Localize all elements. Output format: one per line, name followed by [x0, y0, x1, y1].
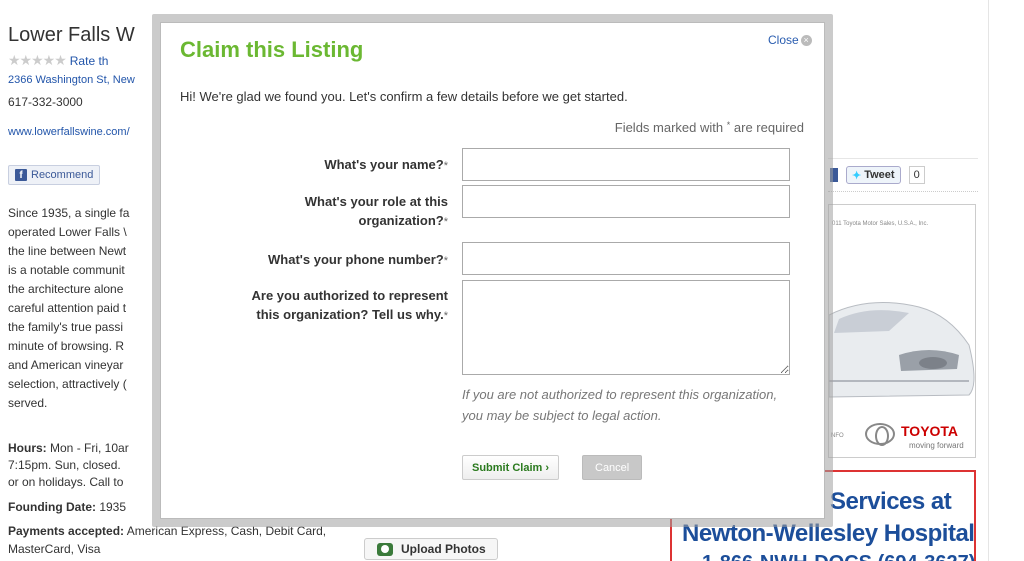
- hours-line: or on holidays. Call to: [8, 475, 124, 489]
- phone-field[interactable]: [462, 242, 790, 275]
- recommend-button[interactable]: f Recommend: [8, 165, 101, 185]
- business-description: Since 1935, a single fa operated Lower F…: [8, 204, 158, 413]
- hospital-ad-line: Services at: [830, 488, 952, 515]
- tweet-label: Tweet: [864, 169, 895, 181]
- share-bar: ✦ Tweet 0: [828, 158, 978, 192]
- description-line: minute of browsing. R: [8, 339, 125, 353]
- payments-label: Payments accepted:: [8, 524, 125, 538]
- toyota-logo-icon: [865, 423, 895, 446]
- claim-listing-dialog: Claim this Listing Close × Hi! We're gla…: [160, 22, 825, 519]
- camera-icon: [377, 542, 393, 556]
- role-field[interactable]: [462, 185, 790, 218]
- recommend-label: Recommend: [31, 169, 94, 181]
- description-line: Since 1935, a single fa: [8, 206, 130, 220]
- rating-row: ★★★★★ Rate th: [8, 52, 108, 69]
- close-label: Close: [768, 33, 799, 47]
- name-label: What's your name?*: [324, 155, 448, 176]
- cancel-button[interactable]: Cancel: [582, 455, 643, 480]
- business-name: Lower Falls W: [8, 24, 135, 46]
- description-line: selection, attractively (: [8, 377, 127, 391]
- ad-legal-text: 011 Toyota Motor Sales, U.S.A., Inc.: [832, 221, 929, 227]
- authorization-label-line: this organization? Tell us why.: [256, 307, 444, 322]
- authorization-label-line: Are you authorized to represent: [251, 288, 448, 303]
- dialog-title: Claim this Listing: [180, 37, 364, 62]
- required-marker: *: [443, 160, 448, 172]
- hours-line: Mon - Fri, 10ar: [50, 441, 129, 455]
- upload-photos-label: Upload Photos: [401, 542, 486, 556]
- description-line: the line between Newt: [8, 244, 127, 258]
- description-line: the architecture alone: [8, 282, 124, 296]
- payments-accepted: Payments accepted: American Express, Cas…: [8, 522, 348, 558]
- star-icon[interactable]: ★★★★★: [8, 52, 67, 69]
- toyota-brand: TOYOTA: [901, 423, 959, 439]
- hours-line: 7:15pm. Sun, closed.: [8, 458, 121, 472]
- column-divider: [988, 0, 989, 561]
- toyota-tagline: moving forward: [909, 441, 964, 450]
- description-line: careful attention paid t: [8, 301, 127, 315]
- car-image: [829, 302, 975, 398]
- role-label-line: What's your role at this: [304, 194, 448, 209]
- required-marker: *: [726, 120, 731, 130]
- close-icon: ×: [800, 34, 812, 46]
- tweet-button[interactable]: ✦ Tweet: [846, 166, 901, 184]
- description-line: the family's true passi: [8, 320, 124, 334]
- founding-date: Founding Date: 1935: [8, 500, 126, 514]
- role-label: What's your role at this organization?*: [305, 192, 448, 232]
- rate-link[interactable]: Rate th: [70, 54, 109, 68]
- address-link[interactable]: 2366 Washington St, New: [8, 74, 135, 86]
- hospital-ad-line: 1-866-NWH-DOCS (694-3627): [702, 552, 974, 561]
- required-note-text: Fields marked with: [614, 120, 724, 135]
- intro-text: Hi! We're glad we found you. Let's confi…: [180, 89, 628, 104]
- authorization-textarea[interactable]: [462, 280, 790, 375]
- hours-label: Hours:: [8, 441, 47, 455]
- business-hours: Hours: Mon - Fri, 10ar 7:15pm. Sun, clos…: [8, 440, 158, 491]
- required-marker: *: [443, 255, 448, 267]
- description-line: and American vineyar: [8, 358, 124, 372]
- role-label-line: organization?: [358, 213, 444, 228]
- close-button[interactable]: Close ×: [768, 33, 812, 47]
- submit-claim-button[interactable]: Submit Claim ›: [462, 455, 560, 480]
- phone-number: 617-332-3000: [8, 95, 83, 109]
- upload-photos-button[interactable]: Upload Photos: [364, 538, 498, 560]
- description-line: served.: [8, 396, 48, 410]
- twitter-bird-icon: ✦: [852, 169, 862, 182]
- legal-warning: If you are not authorized to represent t…: [462, 387, 778, 423]
- required-fields-note: Fields marked with * are required: [615, 120, 804, 135]
- name-field[interactable]: [462, 148, 790, 181]
- required-marker: *: [443, 216, 448, 228]
- founding-label: Founding Date:: [8, 500, 96, 514]
- name-label-text: What's your name?: [324, 157, 444, 172]
- authorization-label: Are you authorized to represent this org…: [252, 286, 448, 326]
- phone-label: What's your phone number?*: [268, 250, 448, 271]
- description-line: operated Lower Falls \: [8, 225, 127, 239]
- website-link[interactable]: www.lowerfallswine.com/: [8, 126, 130, 138]
- founding-value: 1935: [99, 500, 127, 514]
- facebook-icon: f: [15, 169, 27, 181]
- phone-label-text: What's your phone number?: [268, 252, 444, 267]
- required-marker: *: [443, 310, 448, 322]
- required-note-text: are required: [733, 120, 804, 135]
- description-line: is a notable communit: [8, 263, 125, 277]
- toyota-ad[interactable]: 011 Toyota Motor Sales, U.S.A., Inc. NFO…: [828, 204, 976, 458]
- tweet-count: 0: [908, 166, 925, 184]
